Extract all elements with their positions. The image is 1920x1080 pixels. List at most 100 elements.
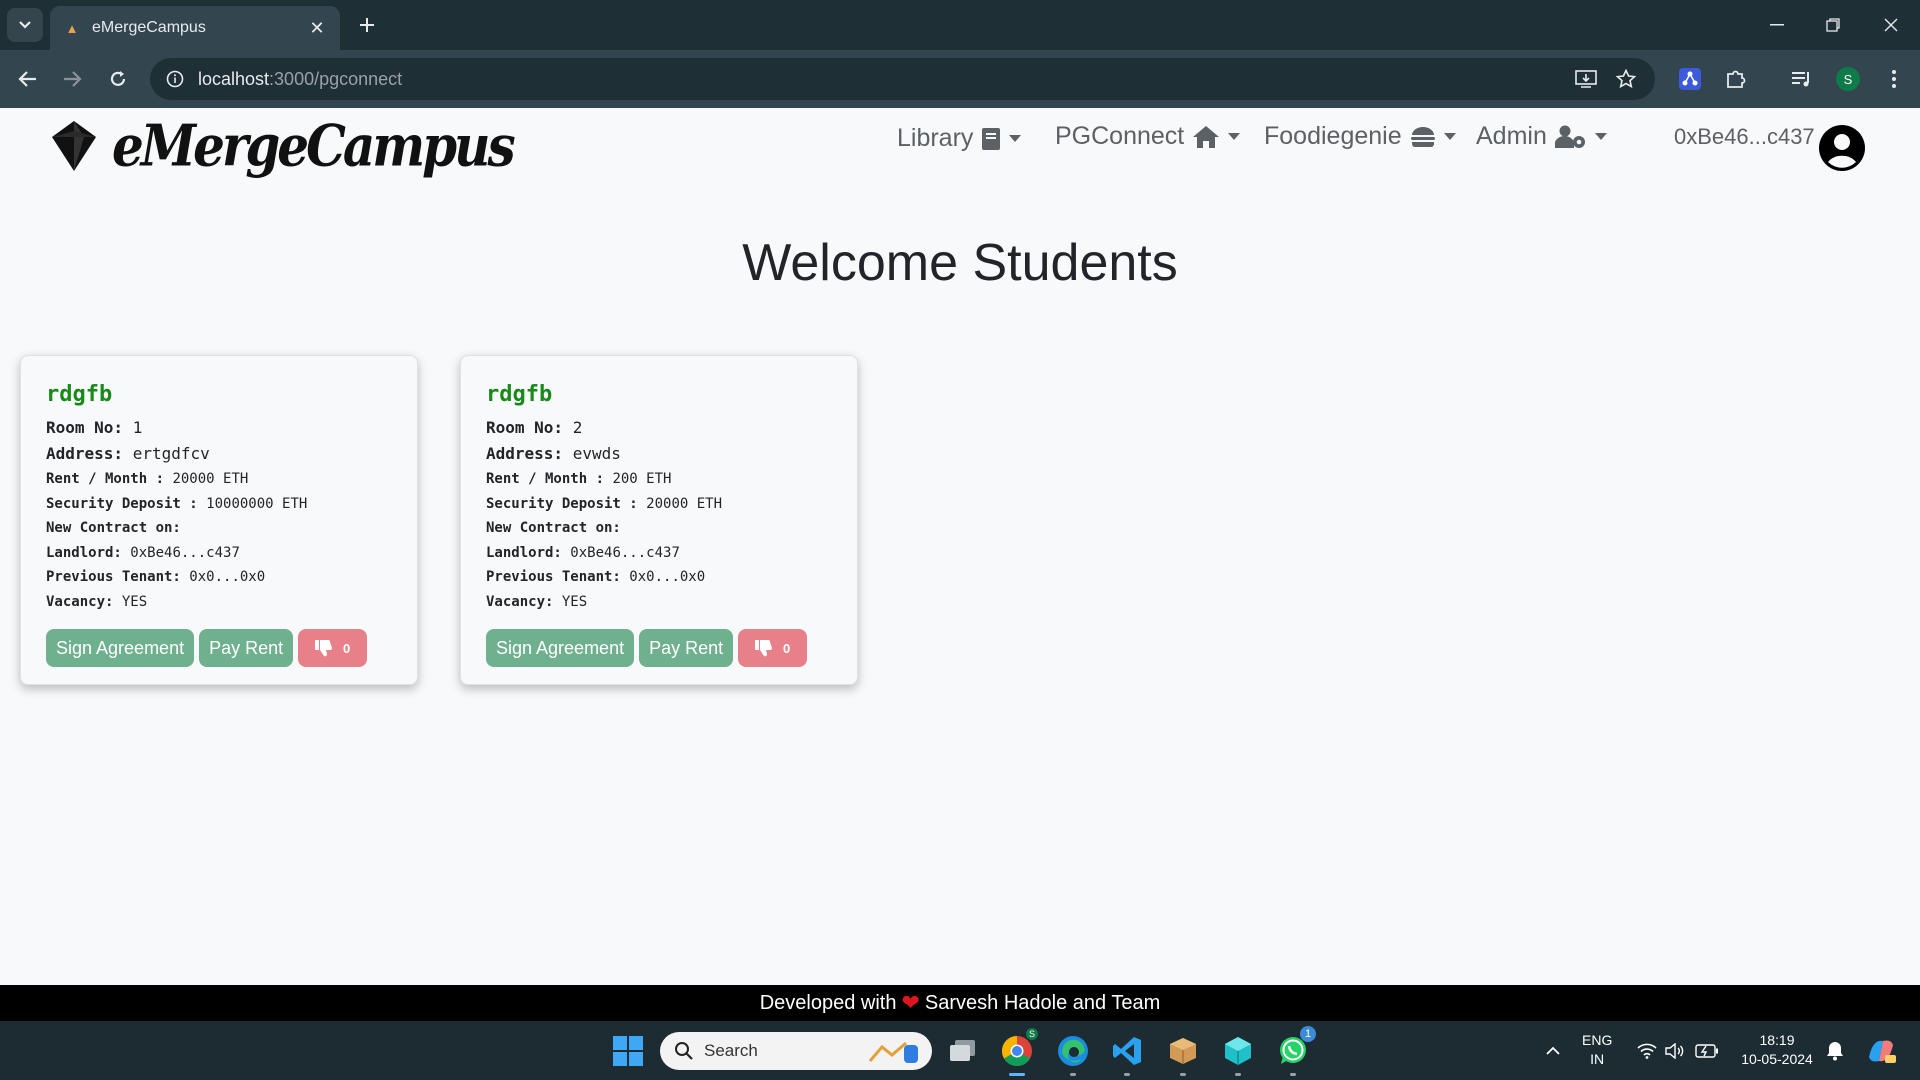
vacancy-row: Vacancy: YES: [46, 593, 148, 610]
task-view-button[interactable]: [944, 1032, 982, 1070]
address-row: Address: evwds: [486, 444, 621, 463]
room-card: rdgfb Room No: 1 Address: ertgdfcv Rent …: [20, 355, 418, 685]
plus-icon: [360, 18, 374, 32]
room-number-row: Room No: 1: [46, 418, 143, 437]
profile-avatar: S: [1836, 67, 1860, 91]
show-hidden-icons-button[interactable]: [1534, 1032, 1572, 1070]
nav-admin-label: Admin: [1476, 122, 1547, 150]
chevron-up-icon: [1546, 1046, 1560, 1055]
heart-icon: ❤: [901, 990, 920, 1015]
dislike-button[interactable]: 0: [738, 629, 808, 667]
extensions-menu-button[interactable]: [1720, 63, 1752, 95]
cube-app-taskbar-button[interactable]: [1219, 1032, 1257, 1076]
chevron-down-icon: [1228, 133, 1241, 140]
chevron-down-icon: [19, 21, 31, 29]
thumbs-down-icon: [755, 640, 773, 657]
forward-button[interactable]: [56, 63, 88, 95]
nav-library[interactable]: Library: [897, 124, 1022, 153]
browser-tab-strip: ▲ eMergeCampus ✕: [0, 0, 1920, 50]
nav-pgconnect[interactable]: PGConnect: [1055, 122, 1241, 151]
chevron-down-icon: [1443, 133, 1456, 140]
taskbar-search[interactable]: Search: [660, 1032, 932, 1070]
battery-icon: [1695, 1044, 1718, 1058]
vscode-taskbar-button[interactable]: [1108, 1032, 1146, 1076]
playlist-icon: [1792, 72, 1809, 87]
bookmark-button[interactable]: [1610, 63, 1642, 95]
rent-row: Rent / Month : 200 ETH: [486, 471, 672, 487]
extension-button[interactable]: [1674, 63, 1706, 95]
reload-icon: [110, 71, 126, 86]
wallet-address[interactable]: 0xBe46...c437: [1674, 124, 1815, 150]
nav-foodiegenie-label: Foodiegenie: [1264, 122, 1402, 150]
nav-foodiegenie[interactable]: Foodiegenie: [1264, 122, 1456, 151]
close-tab-icon[interactable]: ✕: [306, 18, 328, 39]
media-control-button[interactable]: [1786, 63, 1818, 95]
deposit-row: Security Deposit : 10000000 ETH: [46, 495, 308, 512]
sign-agreement-button[interactable]: Sign Agreement: [46, 629, 195, 667]
profile-button[interactable]: S: [1832, 63, 1864, 95]
notifications-button[interactable]: [1816, 1032, 1854, 1070]
chrome-menu-button[interactable]: [1878, 63, 1910, 95]
back-button[interactable]: [12, 63, 44, 95]
pay-rent-button[interactable]: Pay Rent: [199, 629, 294, 667]
page-content: eMergeCampus Library PGConnect Foodiegen…: [0, 108, 1920, 985]
url-text: localhost:3000/pgconnect: [198, 68, 403, 89]
page-footer: Developed with ❤ Sarvesh Hadole and Team: [0, 985, 1920, 1021]
clock[interactable]: 18:19 10-05-2024: [1732, 1031, 1822, 1069]
pay-rent-button[interactable]: Pay Rent: [639, 629, 734, 667]
close-icon: [1884, 18, 1898, 32]
volume-icon: [1665, 1043, 1684, 1059]
windows-logo-icon: [613, 1036, 643, 1066]
kebab-menu-icon: [1892, 70, 1896, 88]
minimize-button[interactable]: [1752, 8, 1802, 42]
minimize-icon: [1770, 24, 1784, 26]
deposit-row: Security Deposit : 20000 ETH: [486, 495, 723, 512]
address-row: Address: ertgdfcv: [46, 444, 210, 463]
vscode-icon: [1113, 1037, 1141, 1065]
user-circle-icon: [1819, 125, 1865, 171]
copilot-icon: [1869, 1040, 1896, 1063]
edge-taskbar-button[interactable]: [1054, 1032, 1092, 1076]
dislike-button[interactable]: 0: [298, 629, 368, 667]
user-avatar[interactable]: [1818, 124, 1866, 172]
nav-pgconnect-label: PGConnect: [1055, 122, 1185, 150]
landlord-row: Landlord: 0xBe46...c437: [486, 544, 680, 561]
search-highlight-icon: [868, 1041, 918, 1063]
wifi-icon: [1637, 1043, 1657, 1059]
bell-icon: [1827, 1042, 1843, 1061]
language-indicator[interactable]: ENG IN: [1582, 1031, 1612, 1069]
start-button[interactable]: [609, 1032, 647, 1070]
cube-icon: [1225, 1037, 1251, 1065]
package-app-taskbar-button[interactable]: [1164, 1032, 1202, 1076]
battery-status[interactable]: [1688, 1032, 1726, 1070]
install-app-button[interactable]: [1570, 63, 1602, 95]
whatsapp-taskbar-button[interactable]: 1: [1274, 1026, 1316, 1076]
previous-tenant-row: Previous Tenant: 0x0...0x0: [46, 569, 266, 585]
new-tab-button[interactable]: [352, 10, 382, 40]
landlord-row: Landlord: 0xBe46...c437: [46, 544, 240, 561]
sign-agreement-button[interactable]: Sign Agreement: [486, 629, 635, 667]
install-icon: [1575, 70, 1597, 88]
chrome-taskbar-button[interactable]: S: [998, 1028, 1038, 1076]
taskbar-search-label: Search: [704, 1041, 758, 1060]
restore-button[interactable]: [1808, 8, 1858, 42]
book-icon: [982, 127, 1001, 150]
reload-button[interactable]: [102, 63, 134, 95]
contract-row: New Contract on:: [486, 520, 621, 536]
diamond-logo-icon: [52, 120, 96, 171]
clock-time: 18:19: [1759, 1032, 1795, 1048]
previous-tenant-row: Previous Tenant: 0x0...0x0: [486, 569, 706, 585]
dislike-count: 0: [343, 640, 351, 656]
search-icon: [675, 1042, 693, 1060]
copilot-button[interactable]: [1862, 1032, 1900, 1070]
browser-tab[interactable]: ▲ eMergeCampus ✕: [50, 6, 340, 50]
address-bar[interactable]: localhost:3000/pgconnect: [150, 58, 1655, 100]
rent-row: Rent / Month : 20000 ETH: [46, 471, 249, 487]
restore-icon: [1826, 18, 1840, 32]
tab-search-button[interactable]: [7, 8, 43, 42]
home-icon: [1193, 125, 1220, 148]
windows-taskbar: Search S 1 ENG IN 18:19 10-05-2024: [0, 1021, 1920, 1080]
nav-admin[interactable]: Admin: [1476, 122, 1607, 151]
close-window-button[interactable]: [1866, 8, 1916, 42]
brand-logo[interactable]: eMergeCampus: [50, 112, 516, 179]
